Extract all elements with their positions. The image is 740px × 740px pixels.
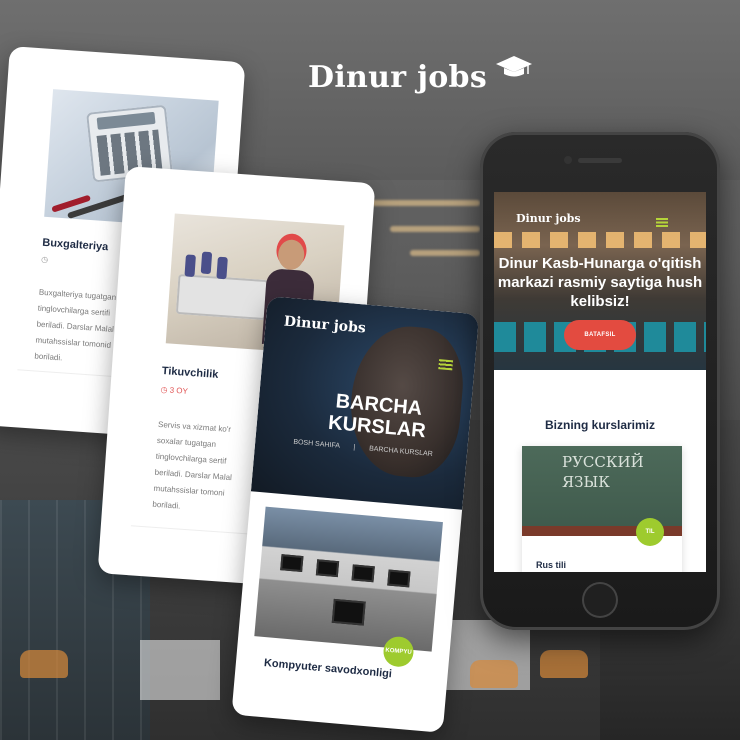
all-courses-page-mockup: Dinur jobs BARCHA KURSLAR BOSH SAHIFA | … <box>231 296 480 733</box>
office-desk <box>140 640 220 700</box>
phone-camera <box>564 156 572 164</box>
monitor-illustration <box>351 564 375 583</box>
course-title[interactable]: Rus tili <box>536 560 566 570</box>
monitor-illustration <box>331 598 366 626</box>
course-meta: ◷ <box>41 255 49 264</box>
ceiling-light <box>390 226 480 232</box>
hero-ceiling-lights <box>494 232 706 248</box>
breadcrumb-separator: | <box>353 444 356 452</box>
monitor-illustration <box>280 554 304 573</box>
clock-icon: ◷ <box>160 384 168 395</box>
mobile-logo[interactable]: Dinur jobs <box>283 314 366 337</box>
course-title[interactable]: Tikuvchilik <box>161 365 218 381</box>
hamburger-menu-icon[interactable] <box>656 218 668 227</box>
thread-spool <box>216 256 228 280</box>
sewing-machine-illustration <box>175 273 269 321</box>
course-category-badge: TIL <box>636 518 664 546</box>
section-title: Bizning kurslarimiz <box>544 418 656 432</box>
course-duration: 3 OY <box>169 385 189 396</box>
ceiling-light <box>410 250 480 256</box>
graduation-cap-icon <box>496 56 532 77</box>
phone-speaker <box>578 158 622 163</box>
office-chair <box>470 660 518 688</box>
office-chair <box>20 650 68 678</box>
phone-home-button <box>582 582 618 618</box>
home-hero: Dinur jobs Dinur Kasb-Hunarga o'qitish m… <box>494 192 706 370</box>
welcome-headline: Dinur Kasb-Hunarga o'qitish markazi rasm… <box>497 255 703 310</box>
clock-icon: ◷ <box>40 254 49 265</box>
course-meta: ◷ 3 OY <box>160 385 188 396</box>
office-chair <box>540 650 588 678</box>
thread-spool <box>200 251 213 275</box>
ceiling-light <box>360 200 480 206</box>
thread-spool <box>184 254 196 278</box>
logo-text: Dinur jobs <box>308 60 488 95</box>
monitor-illustration <box>315 559 340 578</box>
mobile-logo[interactable]: Dinur jobs <box>516 212 581 225</box>
hamburger-menu-icon[interactable] <box>438 359 454 371</box>
phone-screen: Dinur jobs Dinur Kasb-Hunarga o'qitish m… <box>494 192 706 572</box>
course-title[interactable]: Kompyuter savodxonligi <box>263 657 392 680</box>
course-card-russian[interactable]: РУССКИЙ ЯЗЫК TIL Rus tili <box>522 446 682 572</box>
monitor-illustration <box>387 569 411 588</box>
page-hero: Dinur jobs BARCHA KURSLAR BOSH SAHIFA | … <box>250 296 480 510</box>
breadcrumb-home[interactable]: BOSH SAHIFA <box>293 439 340 450</box>
chalkboard-text: РУССКИЙ ЯЗЫК <box>562 453 644 491</box>
phone-mockup: Dinur jobs Dinur Kasb-Hunarga o'qitish m… <box>480 132 720 630</box>
chalkboard-photo: РУССКИЙ ЯЗЫК <box>522 446 682 532</box>
course-title[interactable]: Buxgalteriya <box>42 237 109 254</box>
page-title: BARCHA KURSLAR <box>327 390 427 443</box>
site-logo: Dinur jobs <box>308 56 538 102</box>
course-photo-computer-lab <box>254 506 443 652</box>
more-details-button[interactable]: BATAFSIL <box>564 320 636 350</box>
